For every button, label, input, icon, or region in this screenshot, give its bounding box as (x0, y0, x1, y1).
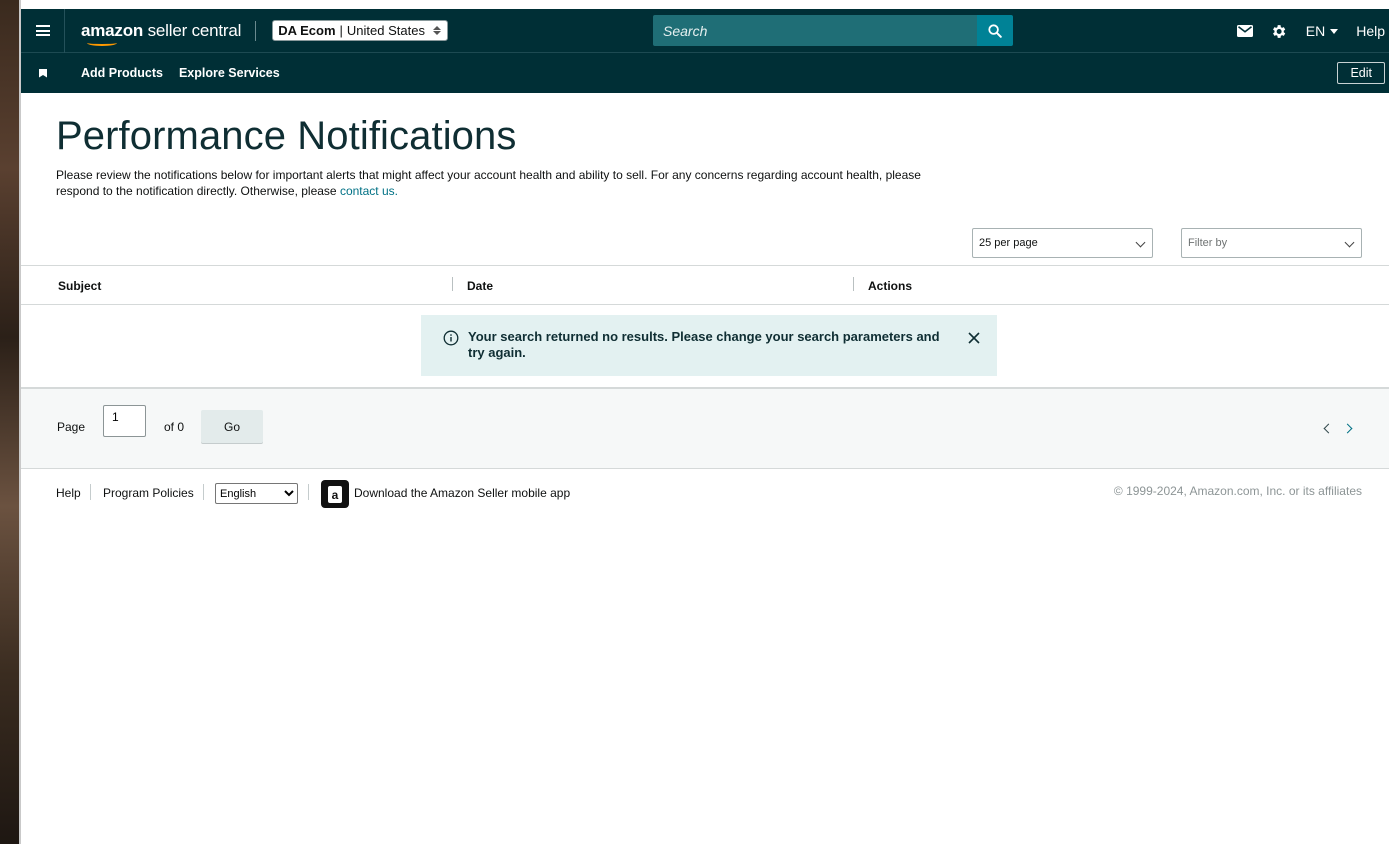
settings-button[interactable] (1262, 9, 1296, 53)
top-header: amazon seller central DA Ecom | United S… (21, 8, 1389, 53)
search-input[interactable] (653, 15, 977, 46)
amazon-app-icon[interactable]: a (321, 480, 349, 508)
pagination-bar: Page of 0 Go (21, 387, 1389, 469)
header-actions: EN Help (1228, 9, 1389, 53)
messages-button[interactable] (1228, 9, 1262, 53)
edit-bookmarks-button[interactable]: Edit (1337, 62, 1385, 84)
bookmarks-bar: Add Products Explore Services Edit (21, 53, 1389, 93)
gear-icon (1273, 24, 1286, 38)
header-divider (255, 20, 257, 41)
background-window (0, 0, 21, 844)
footer-divider (203, 484, 204, 500)
per-page-dropdown[interactable]: 25 per page (972, 228, 1153, 258)
caret-down-icon (1330, 28, 1339, 34)
copyright-text: © 1999-2024, Amazon.com, Inc. or its aff… (1113, 484, 1362, 498)
page-label: Page (57, 420, 86, 434)
footer-divider (308, 484, 309, 500)
footer-divider (90, 484, 91, 500)
footer-language-select[interactable]: English (215, 483, 298, 504)
seller-central-app: amazon seller central DA Ecom | United S… (21, 0, 1389, 844)
go-button[interactable]: Go (201, 410, 263, 443)
menu-icon (35, 25, 50, 36)
search-bar (653, 15, 1013, 46)
search-icon (988, 23, 1002, 38)
bookmark-button[interactable] (21, 68, 65, 78)
column-actions[interactable]: Actions (868, 279, 912, 293)
chevron-down-icon (1344, 237, 1355, 248)
filter-dropdown[interactable]: Filter by (1181, 228, 1362, 258)
chevron-left-icon[interactable] (1323, 423, 1334, 434)
page-number-input[interactable] (103, 405, 146, 437)
footer: Help Program Policies English a Download… (21, 480, 1389, 510)
marketplace-name: United States (346, 23, 425, 38)
language-menu[interactable]: EN (1296, 23, 1346, 39)
nav-add-products[interactable]: Add Products (81, 66, 163, 80)
account-switcher[interactable]: DA Ecom | United States (272, 20, 448, 41)
menu-button[interactable] (21, 8, 65, 53)
bookmark-icon (39, 68, 47, 78)
no-results-message: Your search returned no results. Please … (468, 329, 940, 360)
search-button[interactable] (977, 15, 1013, 46)
amazon-seller-central-logo[interactable]: amazon seller central (81, 21, 241, 46)
download-app-link[interactable]: Download the Amazon Seller mobile app (354, 486, 570, 500)
nav-explore-services[interactable]: Explore Services (179, 66, 280, 80)
no-results-alert: Your search returned no results. Please … (421, 315, 997, 376)
page-description: Please review the notifications below fo… (56, 168, 921, 198)
chevron-down-icon (1135, 237, 1146, 248)
help-link[interactable]: Help (1346, 23, 1389, 39)
info-icon (443, 330, 459, 346)
page-title: Performance Notifications (56, 114, 517, 158)
program-policies-link[interactable]: Program Policies (103, 486, 194, 500)
notifications-table-header: Subject Date Actions (21, 265, 1389, 305)
column-divider (452, 277, 453, 291)
close-icon[interactable] (967, 331, 981, 345)
footer-help-link[interactable]: Help (56, 486, 81, 500)
total-pages-label: of 0 (164, 420, 185, 434)
account-name: DA Ecom (278, 23, 336, 38)
column-subject[interactable]: Subject (58, 279, 101, 293)
amazon-smile-icon (87, 40, 117, 46)
chevron-right-icon[interactable] (1342, 423, 1353, 434)
mail-icon (1236, 25, 1253, 37)
column-divider (853, 277, 854, 291)
column-date[interactable]: Date (467, 279, 493, 293)
contact-us-link[interactable]: contact us. (340, 184, 398, 198)
updown-arrows-icon (432, 26, 441, 35)
